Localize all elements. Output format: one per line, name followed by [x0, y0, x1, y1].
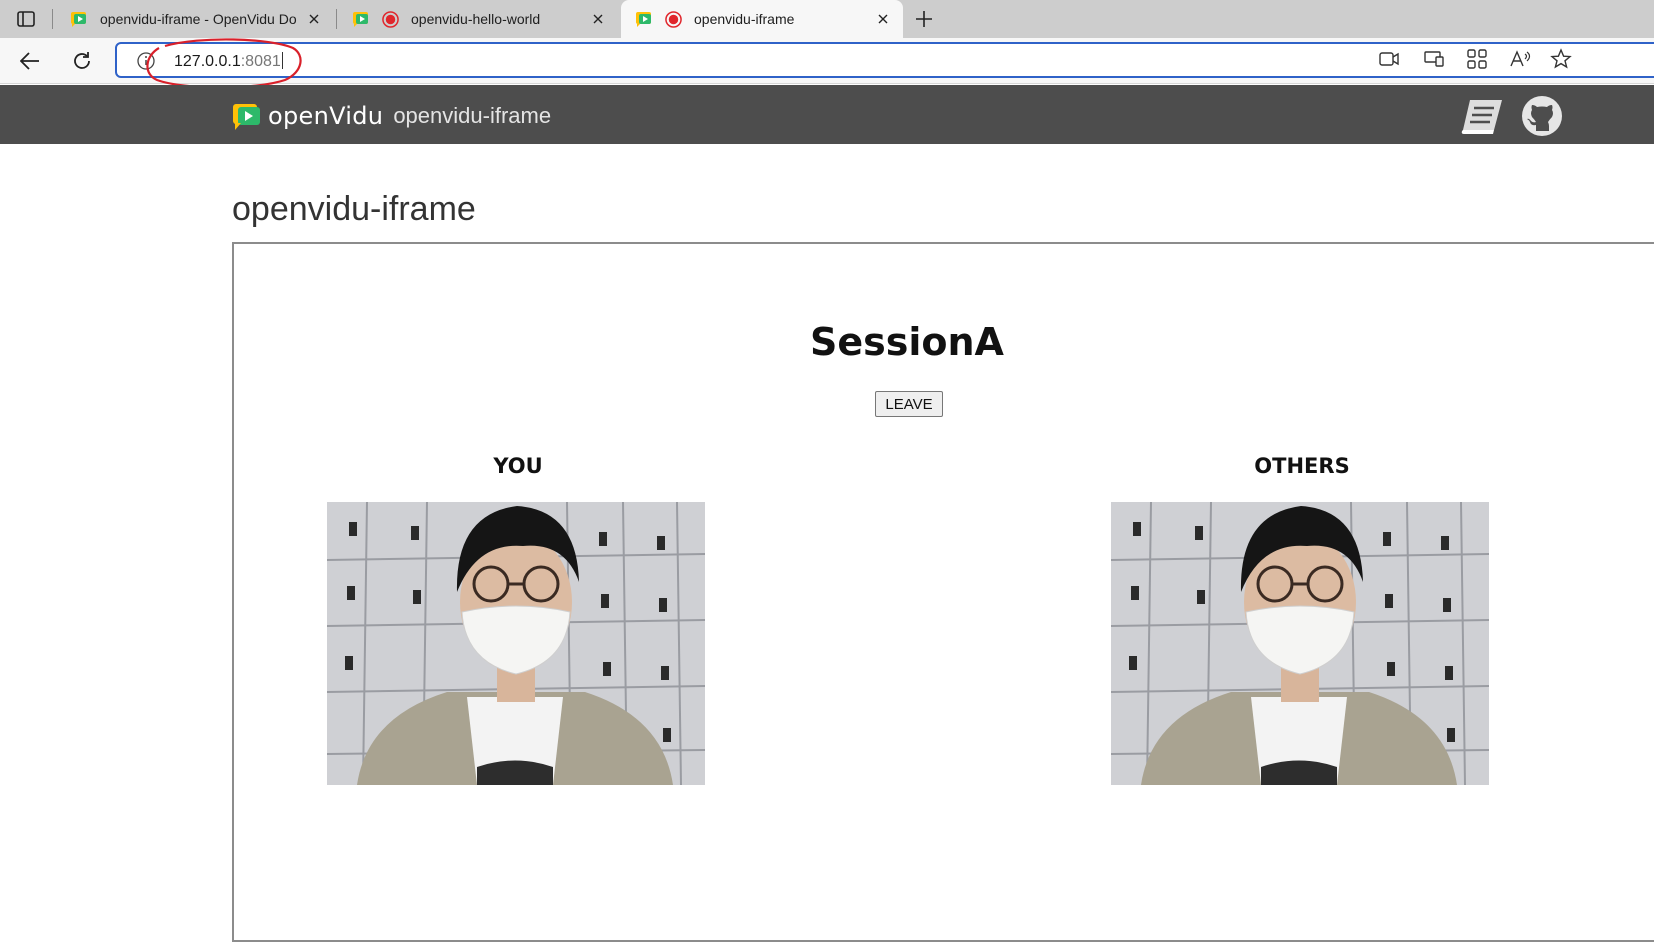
recording-icon: [665, 10, 682, 28]
tab-title: openvidu-iframe: [694, 11, 795, 27]
docs-book-icon[interactable]: [1460, 95, 1504, 137]
tab-openvidu-docs[interactable]: openvidu-iframe - OpenVidu Do: [56, 0, 334, 38]
remote-video: [1111, 502, 1489, 785]
tab-actions-icon[interactable]: [8, 4, 44, 34]
cast-icon[interactable]: [1423, 48, 1445, 70]
you-label: YOU: [493, 454, 543, 478]
brand-subtitle: openvidu-iframe: [393, 103, 552, 128]
webcam-feed-image: [1111, 502, 1489, 785]
github-icon[interactable]: [1520, 95, 1564, 137]
url-text[interactable]: 127.0.0.1:8081: [174, 52, 283, 71]
apps-icon[interactable]: [1466, 48, 1488, 70]
close-tab-icon[interactable]: [586, 7, 610, 31]
read-aloud-icon[interactable]: [1509, 48, 1531, 70]
openvidu-favicon-icon: [636, 12, 651, 27]
camera-icon[interactable]: [1378, 48, 1400, 70]
recording-icon: [382, 10, 399, 28]
close-tab-icon[interactable]: [302, 7, 326, 31]
tab-openvidu-iframe[interactable]: openvidu-iframe: [621, 0, 903, 38]
url-host: 127.0.0.1: [174, 53, 241, 70]
info-icon[interactable]: [137, 52, 155, 70]
brand-name: openVidu: [268, 102, 384, 130]
session-title: SessionA: [810, 320, 1004, 364]
webcam-feed-image: [327, 502, 705, 785]
others-label: OTHERS: [1254, 454, 1350, 478]
page-title: openvidu-iframe: [232, 190, 476, 228]
tab-openvidu-hello-world[interactable]: openvidu-hello-world: [338, 0, 618, 38]
iframe-container: SessionA LEAVE YOU OTHERS: [232, 242, 1654, 942]
leave-button[interactable]: LEAVE: [875, 391, 943, 417]
openvidu-favicon-icon: [71, 12, 86, 27]
reload-icon[interactable]: [66, 45, 98, 77]
back-arrow-icon[interactable]: [14, 45, 46, 77]
local-video: [327, 502, 705, 785]
url-port: :8081: [240, 53, 281, 70]
favorite-star-icon[interactable]: [1550, 48, 1572, 70]
text-caret: [281, 52, 283, 69]
tab-separator: [52, 9, 53, 29]
page-navbar: openVidu openvidu-iframe: [0, 85, 1654, 144]
browser-tab-strip: openvidu-iframe - OpenVidu Do openvidu-h…: [0, 0, 1654, 38]
openvidu-favicon-icon: [353, 12, 368, 27]
brand[interactable]: openVidu openvidu-iframe: [232, 101, 551, 131]
openvidu-logo-icon: [233, 104, 260, 130]
tab-title: openvidu-hello-world: [411, 11, 541, 27]
tab-separator: [336, 9, 337, 29]
browser-toolbar: 127.0.0.1:8081: [0, 38, 1654, 84]
new-tab-icon[interactable]: [910, 5, 938, 33]
close-tab-icon[interactable]: [871, 7, 895, 31]
tab-title: openvidu-iframe - OpenVidu Do: [100, 11, 297, 27]
